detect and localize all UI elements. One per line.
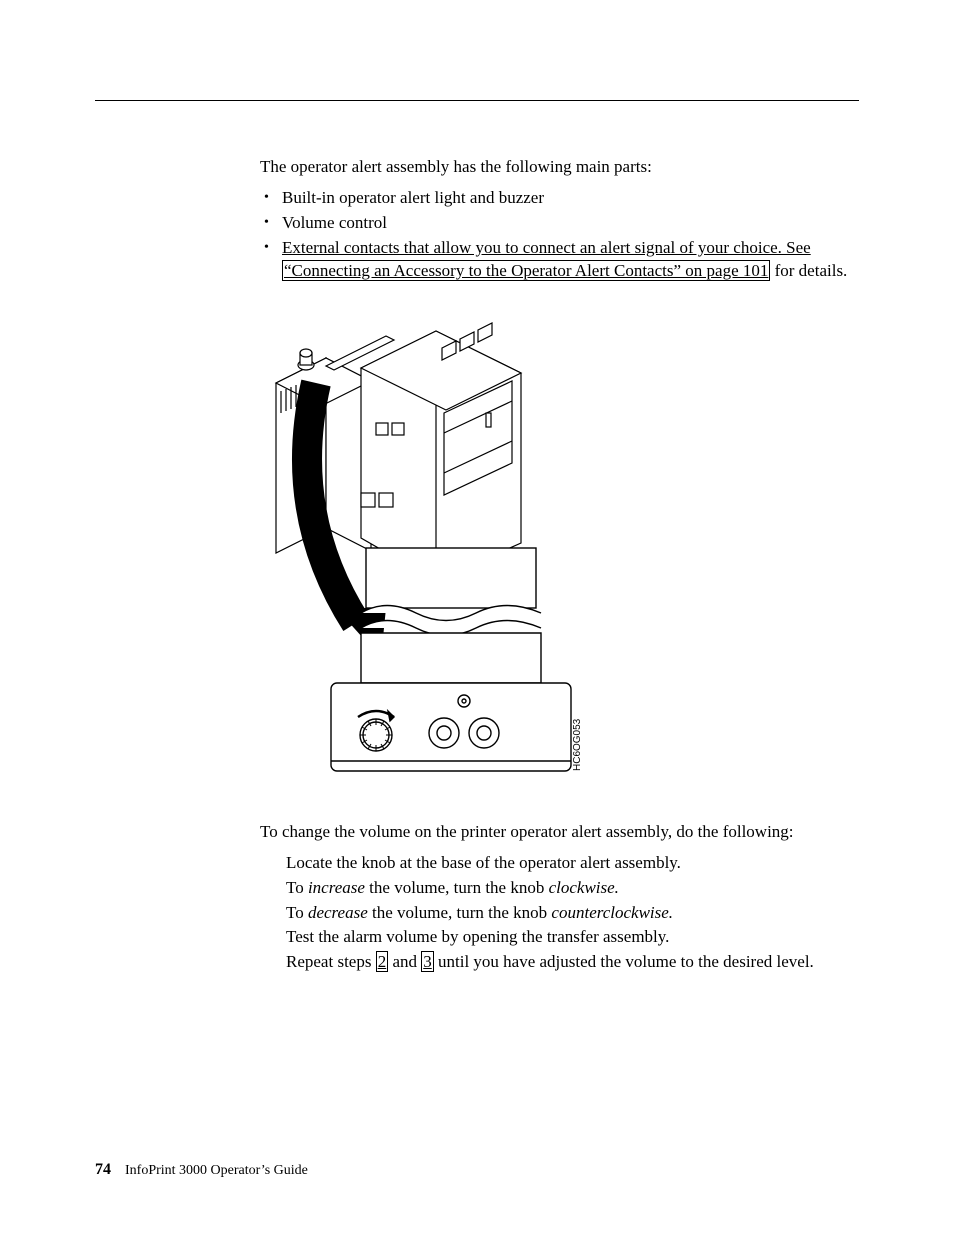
- emphasis: clockwise.: [549, 878, 619, 897]
- step-text: the volume, turn the knob: [365, 878, 549, 897]
- body-content: The operator alert assembly has the foll…: [260, 156, 859, 974]
- step-text: until you have adjusted the volume to th…: [434, 952, 814, 971]
- step-2: To increase the volume, turn the knob cl…: [286, 877, 859, 900]
- cross-reference-link[interactable]: “Connecting an Accessory to the Operator…: [282, 260, 770, 281]
- figure-code-label: HC6OG053: [572, 718, 583, 771]
- step-text: the volume, turn the knob: [368, 903, 552, 922]
- bullet-prefix: External contacts that allow you to conn…: [282, 238, 811, 257]
- emphasis: counterclockwise.: [551, 903, 673, 922]
- bullet-list: Built-in operator alert light and buzzer…: [260, 187, 859, 283]
- bullet-text: Volume control: [282, 213, 387, 232]
- procedure-steps: Locate the knob at the base of the opera…: [260, 852, 859, 975]
- emphasis: increase: [308, 878, 365, 897]
- step-1: Locate the knob at the base of the opera…: [286, 852, 859, 875]
- step-text: To: [286, 878, 308, 897]
- page-number: 74: [95, 1161, 111, 1178]
- figure-operator-alert-assembly: HC6OG053: [266, 313, 859, 793]
- page-footer: 74 InfoPrint 3000 Operator’s Guide: [95, 1161, 308, 1179]
- printer-diagram-icon: HC6OG053: [266, 313, 616, 793]
- step-text: Test the alarm volume by opening the tra…: [286, 927, 669, 946]
- step-text: Locate the knob at the base of the opera…: [286, 853, 681, 872]
- page: The operator alert assembly has the foll…: [0, 0, 954, 1235]
- step-5: Repeat steps 2 and 3 until you have adju…: [286, 951, 859, 974]
- procedure-lead: To change the volume on the printer oper…: [260, 821, 859, 844]
- step-reference-link[interactable]: 3: [421, 951, 434, 972]
- bullet-item: Built-in operator alert light and buzzer: [260, 187, 859, 210]
- bullet-text: Built-in operator alert light and buzzer: [282, 188, 544, 207]
- step-3: To decrease the volume, turn the knob co…: [286, 902, 859, 925]
- bullet-item: External contacts that allow you to conn…: [260, 237, 859, 283]
- step-text: Repeat steps: [286, 952, 376, 971]
- footer-title: InfoPrint 3000 Operator’s Guide: [125, 1163, 308, 1178]
- bullet-suffix: for details.: [770, 261, 847, 280]
- step-text: To: [286, 903, 308, 922]
- step-text: and: [388, 952, 421, 971]
- bullet-text: External contacts that allow you to conn…: [282, 238, 847, 281]
- intro-paragraph: The operator alert assembly has the foll…: [260, 156, 859, 179]
- step-4: Test the alarm volume by opening the tra…: [286, 926, 859, 949]
- header-rule: [95, 100, 859, 101]
- emphasis: decrease: [308, 903, 368, 922]
- step-reference-link[interactable]: 2: [376, 951, 389, 972]
- bullet-item: Volume control: [260, 212, 859, 235]
